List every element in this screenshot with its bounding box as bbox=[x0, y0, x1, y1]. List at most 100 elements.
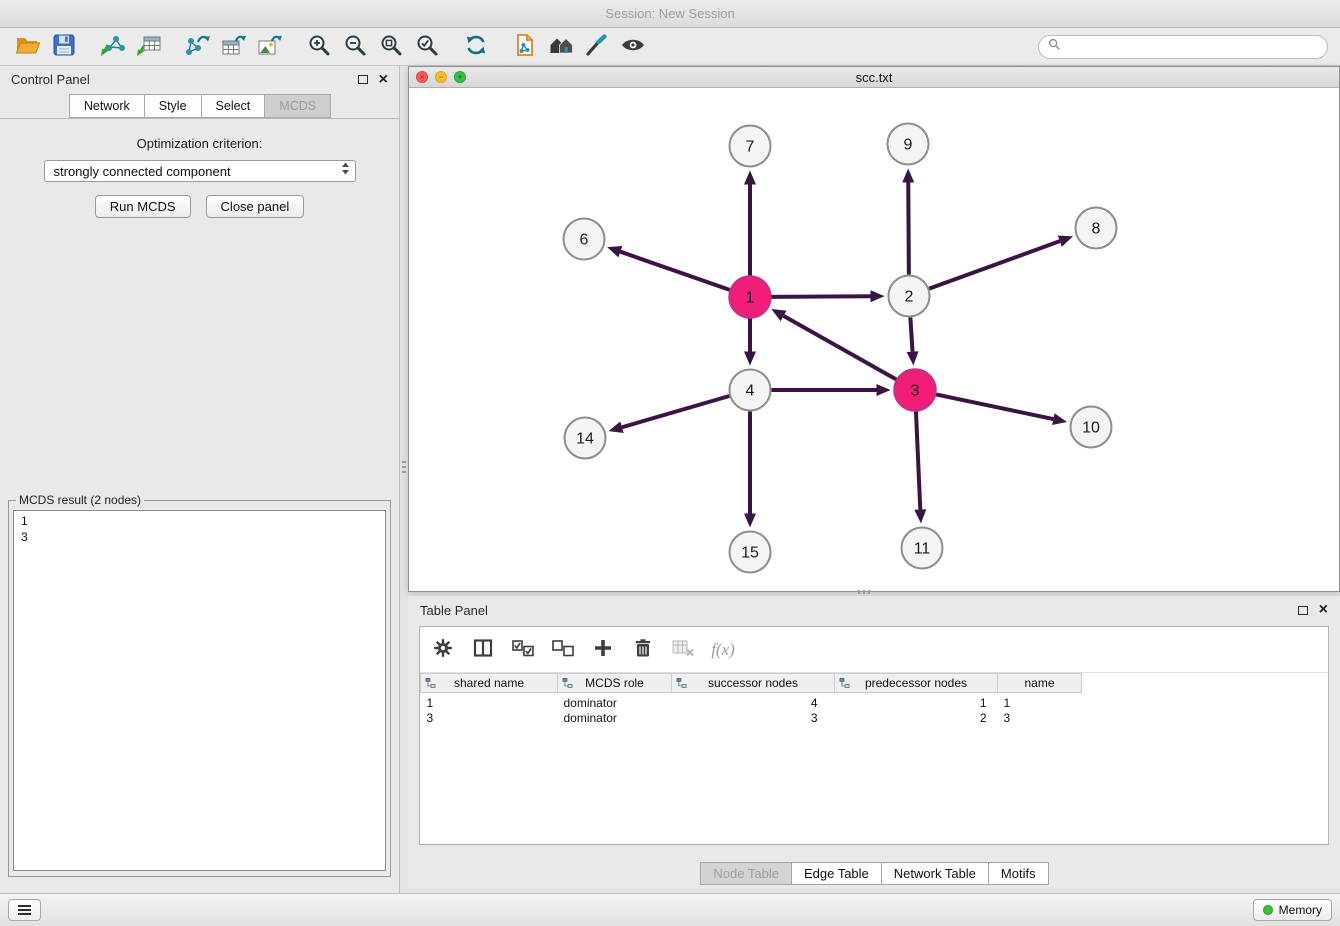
cell-name[interactable]: 1 bbox=[998, 693, 1082, 711]
graph-node-1[interactable]: 1 bbox=[730, 277, 771, 318]
window-title: Session: New Session bbox=[605, 6, 734, 21]
show-columns-button[interactable] bbox=[470, 636, 496, 664]
graph-node-15[interactable]: 15 bbox=[730, 532, 771, 573]
import-network-button[interactable] bbox=[95, 31, 131, 63]
column-header-mcds-role[interactable]: MCDS role bbox=[558, 674, 672, 693]
export-image-button[interactable] bbox=[252, 31, 288, 63]
select-all-button[interactable] bbox=[510, 636, 536, 664]
zoom-selected-button[interactable] bbox=[409, 31, 445, 63]
search-input[interactable] bbox=[1066, 40, 1318, 54]
export-network-button[interactable] bbox=[180, 31, 216, 63]
close-window-button[interactable]: × bbox=[416, 71, 428, 83]
close-panel-button[interactable]: Close panel bbox=[206, 195, 305, 218]
delete-columns-button[interactable] bbox=[630, 636, 656, 664]
new-network-from-selection-button[interactable] bbox=[507, 31, 543, 63]
cell-shared-name[interactable]: 3 bbox=[421, 710, 558, 726]
cell-predecessor-nodes[interactable]: 2 bbox=[835, 710, 998, 726]
graph-edge-4-15[interactable] bbox=[744, 412, 756, 528]
cell-mcds-role[interactable]: dominator bbox=[558, 710, 672, 726]
refresh-layout-button[interactable] bbox=[458, 31, 494, 63]
first-neighbors-button[interactable] bbox=[543, 31, 579, 63]
search-field[interactable] bbox=[1038, 35, 1328, 59]
network-window-titlebar[interactable]: scc.txt × − + bbox=[409, 67, 1339, 88]
cell-shared-name[interactable]: 1 bbox=[421, 693, 558, 711]
memory-status-dot bbox=[1263, 905, 1273, 915]
graph-node-11[interactable]: 11 bbox=[902, 528, 943, 569]
zoom-out-button[interactable] bbox=[337, 31, 373, 63]
graph-edge-4-14[interactable] bbox=[609, 396, 730, 433]
graph-edge-3-11[interactable] bbox=[914, 411, 926, 523]
minimize-window-button[interactable]: − bbox=[435, 71, 447, 83]
criterion-dropdown[interactable]: strongly connected component bbox=[44, 160, 356, 182]
tab-network-table[interactable]: Network Table bbox=[881, 862, 989, 885]
open-session-button[interactable] bbox=[10, 31, 46, 63]
graph-edge-2-3[interactable] bbox=[907, 317, 919, 365]
deselect-all-button[interactable] bbox=[550, 636, 576, 664]
graph-node-6[interactable]: 6 bbox=[564, 219, 605, 260]
tab-motifs[interactable]: Motifs bbox=[988, 862, 1049, 885]
column-header-successor-nodes[interactable]: successor nodes bbox=[672, 674, 835, 693]
tab-select[interactable]: Select bbox=[201, 94, 266, 118]
memory-button[interactable]: Memory bbox=[1253, 899, 1332, 921]
float-table-panel-icon[interactable] bbox=[1298, 606, 1308, 615]
function-builder-button[interactable]: f(x) bbox=[710, 636, 736, 664]
apply-style-button[interactable] bbox=[579, 31, 615, 63]
graph-node-8[interactable]: 8 bbox=[1076, 208, 1117, 249]
cell-mcds-role[interactable]: dominator bbox=[558, 693, 672, 711]
cell-successor-nodes[interactable]: 3 bbox=[672, 710, 835, 726]
tab-edge-table[interactable]: Edge Table bbox=[791, 862, 882, 885]
graph-edge-4-3[interactable] bbox=[772, 384, 891, 396]
graph-edge-1-7[interactable] bbox=[744, 171, 756, 276]
graph-edge-1-6[interactable] bbox=[607, 246, 730, 290]
import-table-button[interactable] bbox=[131, 31, 167, 63]
maximize-window-button[interactable]: + bbox=[454, 71, 466, 83]
close-panel-icon[interactable]: × bbox=[379, 73, 388, 87]
delete-table-icon bbox=[672, 639, 694, 660]
graph-node-3[interactable]: 3 bbox=[895, 370, 936, 411]
cell-predecessor-nodes[interactable]: 1 bbox=[835, 693, 998, 711]
column-header-name[interactable]: name bbox=[998, 674, 1082, 693]
horizontal-splitter-grip[interactable] bbox=[858, 589, 870, 594]
graph-edge-3-10[interactable] bbox=[936, 394, 1067, 425]
column-label: successor nodes bbox=[708, 676, 798, 690]
table-row[interactable]: 1 dominator 4 1 1 bbox=[421, 693, 1329, 711]
graph-node-9[interactable]: 9 bbox=[888, 124, 929, 165]
graph-node-10[interactable]: 10 bbox=[1071, 407, 1112, 448]
graph-node-7[interactable]: 7 bbox=[730, 126, 771, 167]
graph-edge-2-8[interactable] bbox=[929, 236, 1073, 289]
cell-name[interactable]: 3 bbox=[998, 710, 1082, 726]
graph-edge-1-2[interactable] bbox=[771, 290, 884, 302]
vertical-splitter-grip[interactable] bbox=[401, 461, 407, 473]
create-column-button[interactable] bbox=[590, 636, 616, 664]
graph-node-4[interactable]: 4 bbox=[730, 370, 771, 411]
graph-node-14[interactable]: 14 bbox=[565, 418, 606, 459]
column-header-predecessor-nodes[interactable]: predecessor nodes bbox=[835, 674, 998, 693]
graph-node-2[interactable]: 2 bbox=[889, 276, 930, 317]
graph-edge-2-9[interactable] bbox=[902, 168, 914, 274]
tab-node-table[interactable]: Node Table bbox=[700, 862, 792, 885]
run-mcds-button[interactable]: Run MCDS bbox=[95, 195, 191, 218]
float-panel-icon[interactable] bbox=[358, 75, 368, 84]
show-hide-button[interactable] bbox=[615, 31, 651, 63]
window-title-bar[interactable]: Session: New Session bbox=[0, 0, 1340, 28]
tab-mcds[interactable]: MCDS bbox=[264, 94, 331, 118]
delete-table-button[interactable] bbox=[670, 636, 696, 664]
tab-network[interactable]: Network bbox=[69, 94, 145, 118]
zoom-fit-button[interactable] bbox=[373, 31, 409, 63]
table-mode-button[interactable] bbox=[430, 636, 456, 664]
column-header-shared-name[interactable]: shared name bbox=[421, 674, 558, 693]
save-session-button[interactable] bbox=[46, 31, 82, 63]
close-table-panel-icon[interactable]: × bbox=[1319, 603, 1328, 617]
network-canvas[interactable]: 7 9 6 8 1 2 4 3 14 10 15 11 bbox=[409, 88, 1339, 591]
export-table-button[interactable] bbox=[216, 31, 252, 63]
task-history-button[interactable] bbox=[8, 899, 41, 921]
columns-icon bbox=[473, 638, 493, 661]
graph-edge-1-4[interactable] bbox=[744, 319, 756, 366]
export-image-icon bbox=[257, 33, 283, 60]
column-type-icon bbox=[676, 677, 687, 692]
cell-successor-nodes[interactable]: 4 bbox=[672, 693, 835, 711]
graph-edge-3-1[interactable] bbox=[771, 309, 896, 379]
zoom-in-button[interactable] bbox=[301, 31, 337, 63]
table-row[interactable]: 3 dominator 3 2 3 bbox=[421, 710, 1329, 726]
tab-style[interactable]: Style bbox=[144, 94, 202, 118]
